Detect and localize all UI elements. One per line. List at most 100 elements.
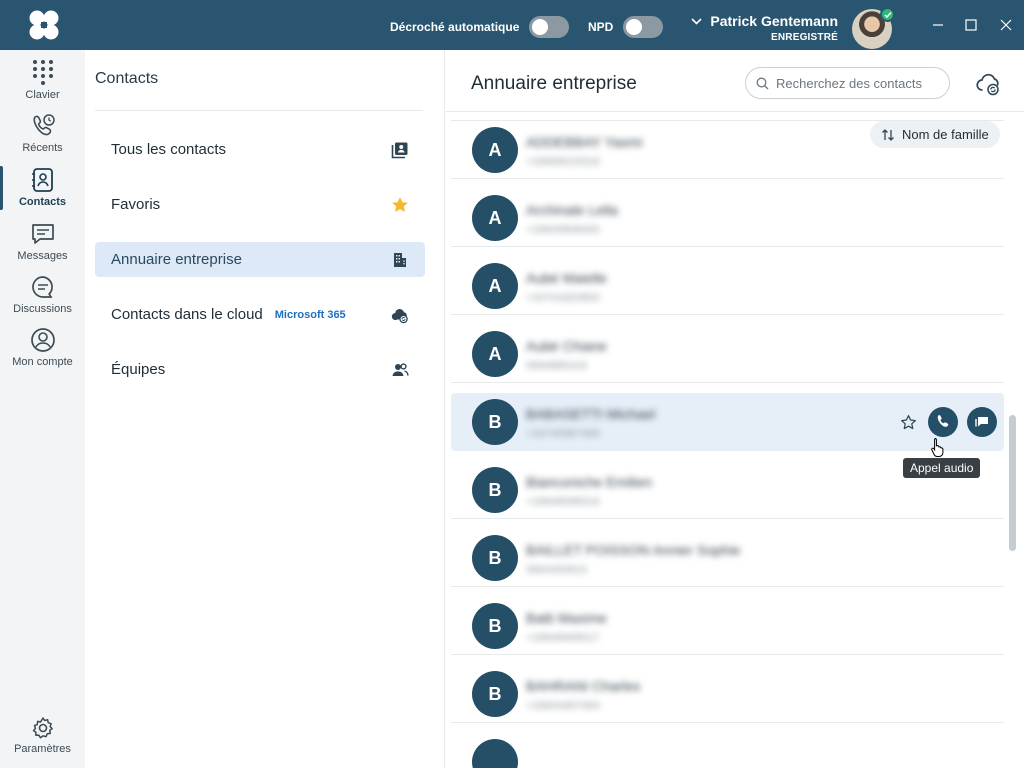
star-icon <box>392 197 408 212</box>
title-bar: Décroché automatique NPD Patrick Gentema… <box>0 0 1024 50</box>
nav-item-recents[interactable]: Récents <box>0 113 85 166</box>
phone-icon <box>937 415 949 427</box>
contact-row[interactable]: B Batti Maxime +33648469017 <box>451 597 1004 655</box>
contact-number: 0694880416 <box>526 360 588 372</box>
contact-text: Aubé Maielle +33741820800 <box>526 270 607 304</box>
contact-row[interactable]: A Aubé Maielle +33741820800 <box>451 257 1004 315</box>
keypad-icon <box>32 60 53 85</box>
microsoft-365-badge: Microsoft 365 <box>274 308 346 321</box>
user-name: Patrick Gentemann <box>710 13 838 29</box>
user-status-block[interactable]: Patrick Gentemann ENREGISTRÉ <box>691 13 838 43</box>
recent-calls-icon <box>32 114 55 136</box>
directory-header: Annuaire entreprise <box>446 50 1024 112</box>
auto-answer-group: Décroché automatique <box>390 16 570 38</box>
close-icon <box>1000 19 1012 31</box>
contact-text: Bianconiche Emilien +33648598316 <box>526 474 652 508</box>
category-label: Contacts dans le cloud <box>111 306 263 323</box>
minimize-button[interactable] <box>925 12 951 38</box>
contact-row[interactable]: B BAHRANI Charles +33604467464 <box>451 665 1004 723</box>
category-cloud-contacts[interactable]: Contacts dans le cloud Microsoft 365 <box>95 297 425 332</box>
category-teams[interactable]: Équipes <box>95 352 425 387</box>
contact-number: +33669019318 <box>526 156 600 168</box>
nav-item-contacts[interactable]: Contacts <box>0 167 85 220</box>
contact-text: ADDEBBAY Yasmi +33669019318 <box>526 134 642 168</box>
nav-item-account[interactable]: Mon compte <box>0 327 85 380</box>
cloud-sync-icon <box>391 309 408 324</box>
chat-bubble-icon <box>975 417 988 427</box>
contact-number: +33604467464 <box>526 700 600 712</box>
hand-cursor-icon <box>931 438 944 457</box>
contact-row-hovered[interactable]: B BABASETTI Michael +33745987469 <box>451 393 1004 451</box>
message-icon <box>31 224 54 244</box>
message-button[interactable] <box>967 407 997 437</box>
category-label: Tous les contacts <box>111 141 227 158</box>
chevron-down-icon <box>691 17 702 25</box>
category-all-contacts[interactable]: Tous les contacts <box>95 132 425 167</box>
category-favorites[interactable]: Favoris <box>95 187 425 222</box>
audio-call-button[interactable] <box>928 407 958 437</box>
contacts-title: Contacts <box>95 70 159 87</box>
contact-name: BAHRANI Charles <box>526 678 641 694</box>
contact-number: +33645808400 <box>526 224 600 236</box>
contacts-list-icon <box>391 142 408 159</box>
contact-row[interactable] <box>451 733 1004 768</box>
row-actions <box>897 407 997 437</box>
contact-text: Batti Maxime +33648469017 <box>526 610 607 644</box>
nav-item-keypad[interactable]: Clavier <box>0 58 85 111</box>
nav-label-settings: Paramètres <box>14 743 71 755</box>
toggle-knob <box>532 19 549 35</box>
toggle-knob <box>626 19 643 35</box>
category-company-directory[interactable]: Annuaire entreprise <box>95 242 425 277</box>
npd-toggle[interactable] <box>623 16 664 38</box>
contact-avatar: A <box>472 127 518 173</box>
close-button[interactable] <box>993 12 1019 38</box>
auto-answer-label: Décroché automatique <box>390 20 520 34</box>
contact-avatar <box>472 739 518 768</box>
nav-label-recents: Récents <box>22 142 63 154</box>
sort-button[interactable]: Nom de famille <box>870 121 1000 148</box>
category-label: Équipes <box>111 361 166 378</box>
maximize-button[interactable] <box>958 12 984 38</box>
status-online-icon <box>880 7 895 22</box>
minimize-icon <box>933 24 943 26</box>
category-label: Favoris <box>111 196 161 213</box>
contact-text: Aubé Chiane 0694880416 <box>526 338 607 372</box>
audio-call-tooltip: Appel audio <box>903 458 981 478</box>
cloud-sync-icon[interactable] <box>976 71 1002 97</box>
search-input[interactable] <box>776 75 946 91</box>
contact-search[interactable] <box>745 67 950 99</box>
contact-row[interactable]: B BAILLET POISSON Annier Sophie 06644508… <box>451 529 1004 587</box>
contact-avatar: B <box>472 535 518 581</box>
nav-item-discussions[interactable]: Discussions <box>0 274 85 327</box>
npd-group: NPD <box>588 16 664 38</box>
nav-label-discussions: Discussions <box>13 303 72 315</box>
contact-row[interactable]: A Archinale Lella +33645808400 <box>451 189 1004 247</box>
contact-name: Aubé Maielle <box>526 270 607 286</box>
contact-avatar: A <box>472 331 518 377</box>
contact-avatar: A <box>472 263 518 309</box>
contact-text: Archinale Lella +33645808400 <box>526 202 618 236</box>
nav-label-contacts: Contacts <box>18 196 67 208</box>
search-icon <box>756 77 769 89</box>
contact-avatar: B <box>472 399 518 445</box>
list-scrollbar[interactable] <box>1009 415 1016 551</box>
contact-name: BAILLET POISSON Annier Sophie <box>526 542 741 558</box>
contact-name: Archinale Lella <box>526 202 618 218</box>
auto-answer-toggle[interactable] <box>529 16 570 38</box>
contact-text: BABASETTI Michael +33745987469 <box>526 406 655 440</box>
contact-row[interactable] <box>451 113 1004 121</box>
directory-panel: Annuaire entreprise Nom de famille A ADD… <box>446 50 1024 768</box>
contact-number: 0664450810 <box>526 564 588 576</box>
contact-list: A ADDEBBAY Yasmi +33669019318 A Archinal… <box>451 113 1004 768</box>
nav-item-settings[interactable]: Paramètres <box>0 716 85 768</box>
contact-text: BAILLET POISSON Annier Sophie 0664450810 <box>526 542 741 576</box>
nav-item-messages[interactable]: Messages <box>0 221 85 274</box>
nav-label-messages: Messages <box>17 250 68 262</box>
contact-name: Bianconiche Emilien <box>526 474 653 490</box>
contact-avatar: B <box>472 603 518 649</box>
contact-number: +33648598316 <box>526 496 600 508</box>
directory-title: Annuaire entreprise <box>471 73 637 94</box>
contact-name: ADDEBBAY Yasmi <box>526 134 643 150</box>
contact-row[interactable]: A Aubé Chiane 0694880416 <box>451 325 1004 383</box>
favorite-button[interactable] <box>897 411 919 433</box>
